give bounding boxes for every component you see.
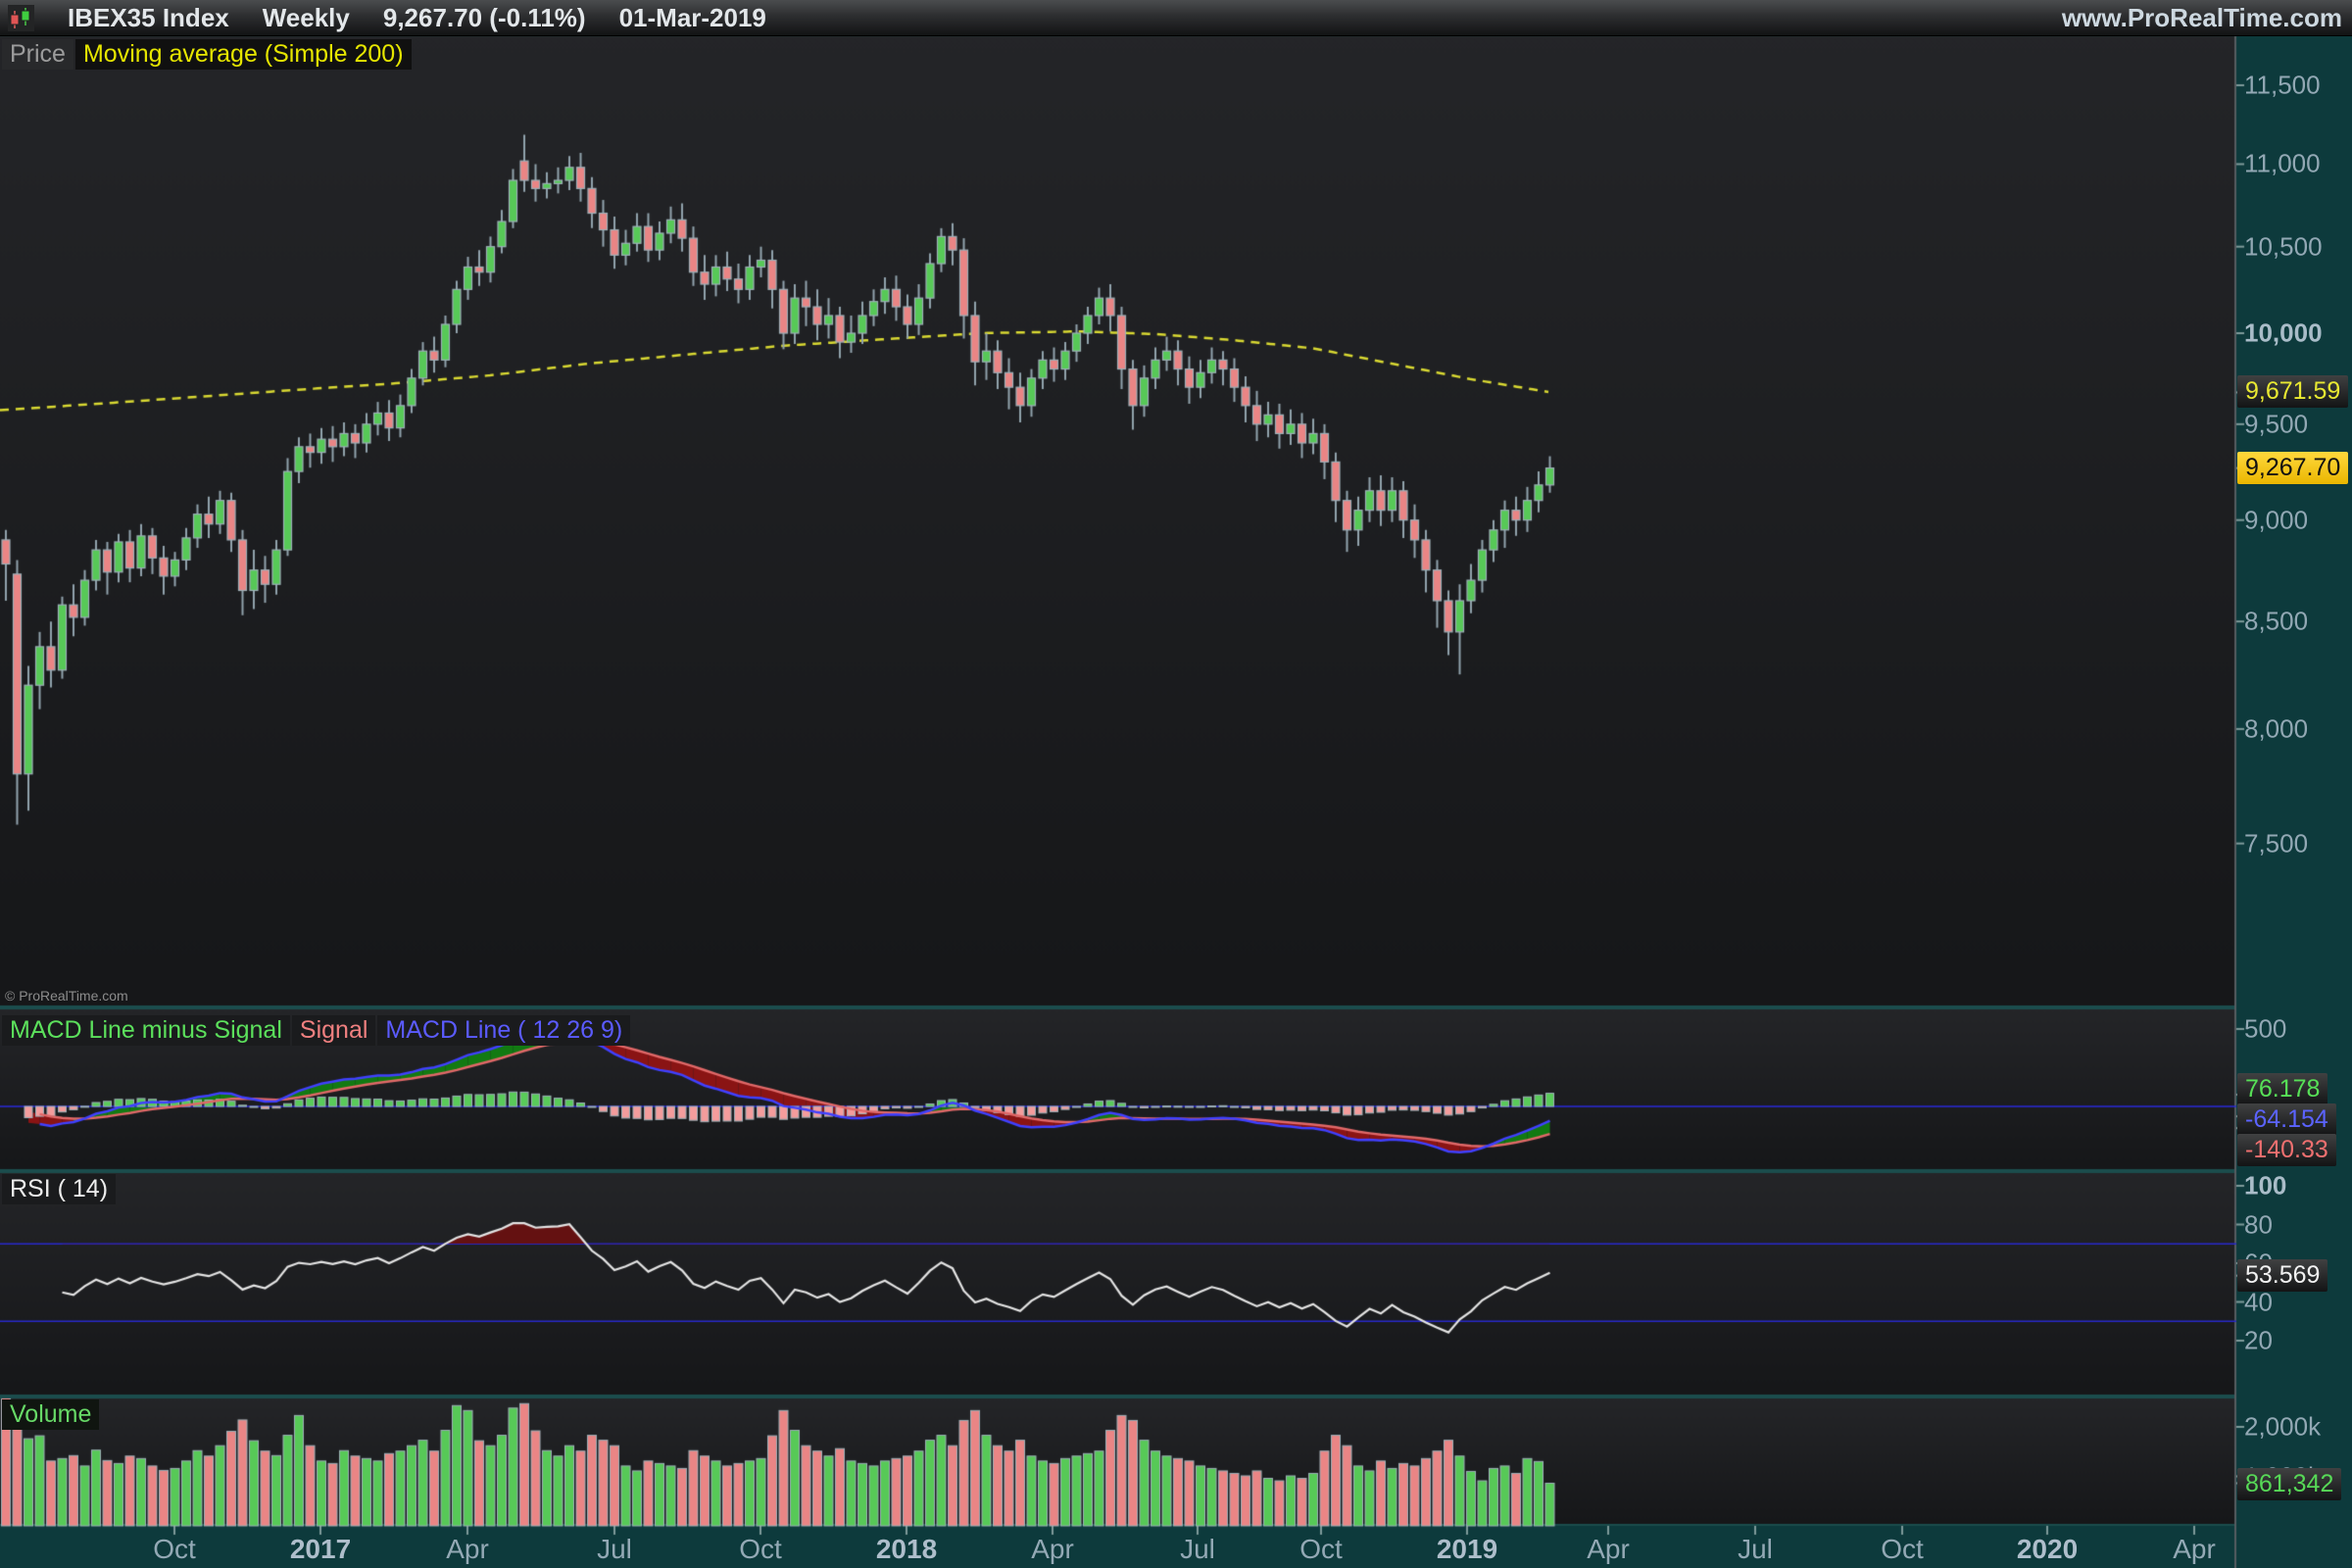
rsi-label[interactable]: RSI ( 14) xyxy=(2,1174,116,1204)
macd-line-label[interactable]: MACD Line ( 12 26 9) xyxy=(377,1015,630,1046)
axis-tick-label: 10,000 xyxy=(2244,318,2323,349)
app-icon xyxy=(8,5,34,31)
title-bar: IBEX35 Index Weekly 9,267.70 (-0.11%) 01… xyxy=(0,0,2352,36)
website-label: www.ProRealTime.com xyxy=(2062,3,2352,33)
ma200-value-badge: 9,671.59 xyxy=(2237,375,2348,408)
axis-tick-label: 500 xyxy=(2244,1014,2286,1045)
price-panel-legend: Price Moving average (Simple 200) xyxy=(2,39,412,70)
copyright-label: © ProRealTime.com xyxy=(5,988,128,1004)
axis-tick-label: 11,500 xyxy=(2244,71,2321,101)
macd-hist-label[interactable]: MACD Line minus Signal xyxy=(2,1015,290,1046)
last-price-badge: 9,267.70 xyxy=(2237,452,2348,484)
x-axis-tick-label: 2017 xyxy=(290,1534,351,1565)
x-axis-tick-label: Oct xyxy=(1881,1534,1924,1565)
x-axis-tick-label: Jul xyxy=(1180,1534,1215,1565)
volume-panel-legend: Volume xyxy=(2,1399,99,1430)
price-chart-canvas[interactable] xyxy=(0,0,2352,1568)
macd-line-value-badge: -64.154 xyxy=(2237,1103,2336,1136)
macd-panel-legend: MACD Line minus Signal Signal MACD Line … xyxy=(2,1015,630,1046)
last-price-change: 9,267.70 (-0.11%) xyxy=(383,3,586,33)
x-axis-tick-label: Oct xyxy=(739,1534,782,1565)
axis-tick-label: 100 xyxy=(2244,1171,2286,1201)
volume-value-badge: 861,342 xyxy=(2237,1468,2341,1500)
x-axis-tick-label: Apr xyxy=(2173,1534,2216,1565)
x-axis-tick-label: Apr xyxy=(446,1534,489,1565)
symbol-title: IBEX35 Index xyxy=(68,3,229,33)
signal-value-badge: -140.33 xyxy=(2237,1134,2336,1166)
axis-tick-label: 10,500 xyxy=(2244,231,2323,262)
axis-tick-label: 2,000k xyxy=(2244,1412,2321,1443)
x-axis-tick-label: Oct xyxy=(153,1534,196,1565)
date-label: 01-Mar-2019 xyxy=(619,3,766,33)
axis-tick-label: 8,000 xyxy=(2244,713,2308,744)
axis-tick-label: 80 xyxy=(2244,1209,2273,1240)
rsi-value-badge: 53.569 xyxy=(2237,1259,2328,1292)
timeframe-label: Weekly xyxy=(263,3,350,33)
macd-hist-value-badge: 76.178 xyxy=(2237,1073,2328,1105)
x-axis-tick-label: 2018 xyxy=(876,1534,937,1565)
x-axis-tick-label: Apr xyxy=(1587,1534,1630,1565)
x-axis-tick-label: Jul xyxy=(597,1534,632,1565)
x-axis-tick-label: 2020 xyxy=(2017,1534,2078,1565)
volume-label[interactable]: Volume xyxy=(2,1399,99,1430)
axis-tick-label: 9,000 xyxy=(2244,505,2308,535)
axis-tick-label: 7,500 xyxy=(2244,828,2308,858)
axis-tick-label: 11,000 xyxy=(2244,149,2321,179)
x-axis-tick-label: Jul xyxy=(1738,1534,1773,1565)
rsi-panel-legend: RSI ( 14) xyxy=(2,1174,116,1204)
axis-tick-label: 8,500 xyxy=(2244,607,2308,637)
x-axis-tick-label: 2019 xyxy=(1437,1534,1497,1565)
axis-tick-label: 9,500 xyxy=(2244,409,2308,439)
x-axis-tick-label: Apr xyxy=(1031,1534,1074,1565)
axis-tick-label: 20 xyxy=(2244,1326,2273,1356)
moving-average-label[interactable]: Moving average (Simple 200) xyxy=(75,39,412,70)
price-label[interactable]: Price xyxy=(2,39,74,70)
x-axis-tick-label: Oct xyxy=(1299,1534,1343,1565)
macd-signal-label[interactable]: Signal xyxy=(292,1015,376,1046)
